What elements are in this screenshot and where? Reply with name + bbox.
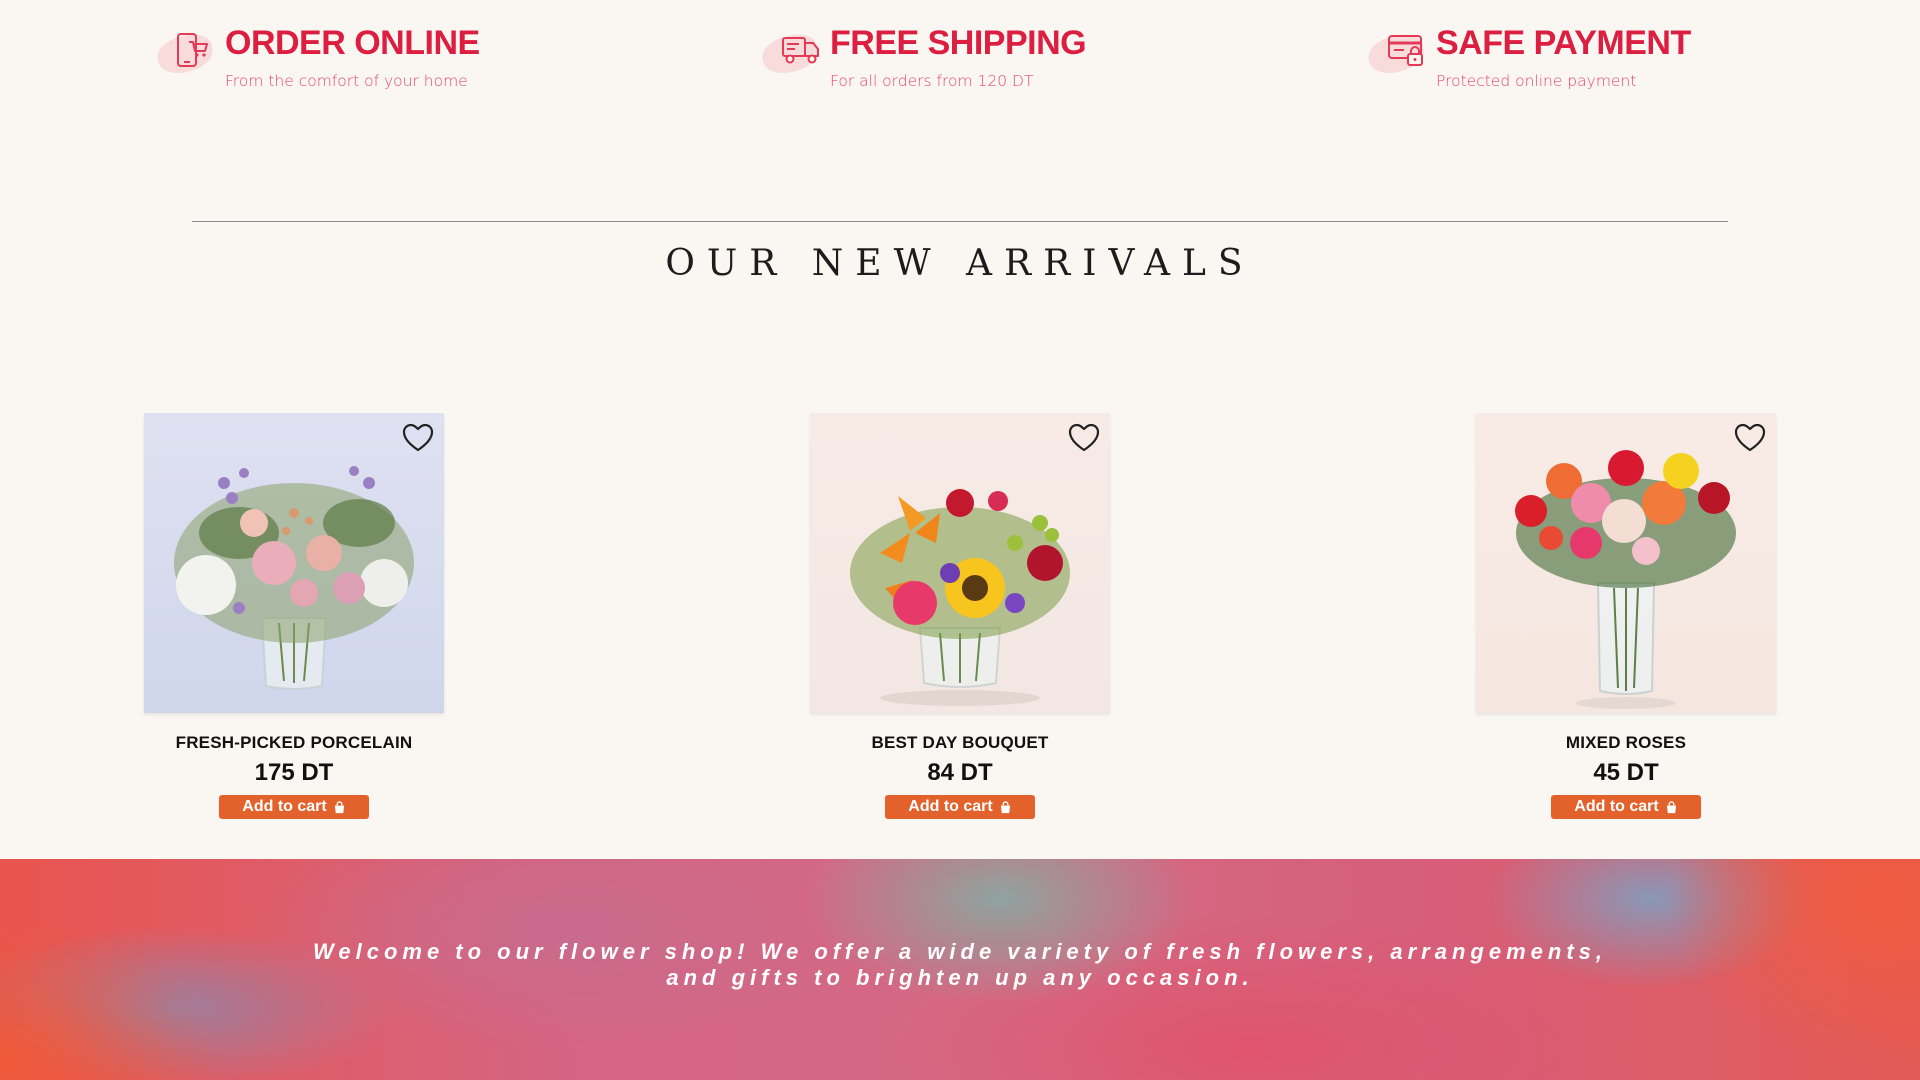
product-image[interactable] xyxy=(810,413,1110,713)
product-image[interactable] xyxy=(144,413,444,713)
product-name: MIXED ROSES xyxy=(1565,733,1687,752)
shopping-bag-icon xyxy=(1000,800,1010,813)
add-to-cart-button[interactable]: Add to cart xyxy=(219,795,369,819)
feature-subtitle: For all orders from 120 DT xyxy=(830,72,1034,90)
product-card: MIXED ROSES 45 DT Add to cart xyxy=(1476,413,1776,819)
product-card: BEST DAY BOUQUET 84 DT Add to cart xyxy=(810,413,1110,819)
feature-subtitle: Protected online payment xyxy=(1436,72,1637,90)
product-price: 84 DT xyxy=(927,759,993,786)
section-title: OUR NEW ARRIVALS xyxy=(665,243,1255,284)
wishlist-heart-icon[interactable] xyxy=(1068,423,1100,453)
add-to-cart-label: Add to cart xyxy=(242,798,327,815)
product-card: FRESH-PICKED PORCELAIN 175 DT Add to car… xyxy=(144,413,444,819)
add-to-cart-button[interactable]: Add to cart xyxy=(885,795,1035,819)
product-image[interactable] xyxy=(1476,413,1776,713)
feature-subtitle: From the comfort of your home xyxy=(225,72,468,90)
add-to-cart-button[interactable]: Add to cart xyxy=(1551,795,1701,819)
feature-title: FREE SHIPPING xyxy=(830,24,1087,62)
add-to-cart-label: Add to cart xyxy=(1574,798,1659,815)
feature-title: SAFE PAYMENT xyxy=(1436,24,1691,62)
secure-card-icon xyxy=(1364,26,1428,78)
wishlist-heart-icon[interactable] xyxy=(1734,423,1766,453)
feature-title: ORDER ONLINE xyxy=(225,24,480,62)
features-strip: ORDER ONLINE From the comfort of your ho… xyxy=(0,22,1920,102)
product-price: 45 DT xyxy=(1593,759,1659,786)
wishlist-heart-icon[interactable] xyxy=(402,423,434,453)
phone-cart-icon xyxy=(153,26,217,78)
shopping-bag-icon xyxy=(1666,800,1676,813)
shopping-bag-icon xyxy=(334,800,344,813)
delivery-truck-icon xyxy=(758,26,822,78)
add-to-cart-label: Add to cart xyxy=(908,798,993,815)
welcome-banner: Welcome to our flower shop! We offer a w… xyxy=(0,859,1920,1080)
product-name: FRESH-PICKED PORCELAIN xyxy=(175,733,413,752)
product-name: BEST DAY BOUQUET xyxy=(871,733,1049,752)
section-divider xyxy=(192,221,1728,222)
product-price: 175 DT xyxy=(254,759,334,786)
welcome-text: Welcome to our flower shop! We offer a w… xyxy=(313,939,1607,990)
